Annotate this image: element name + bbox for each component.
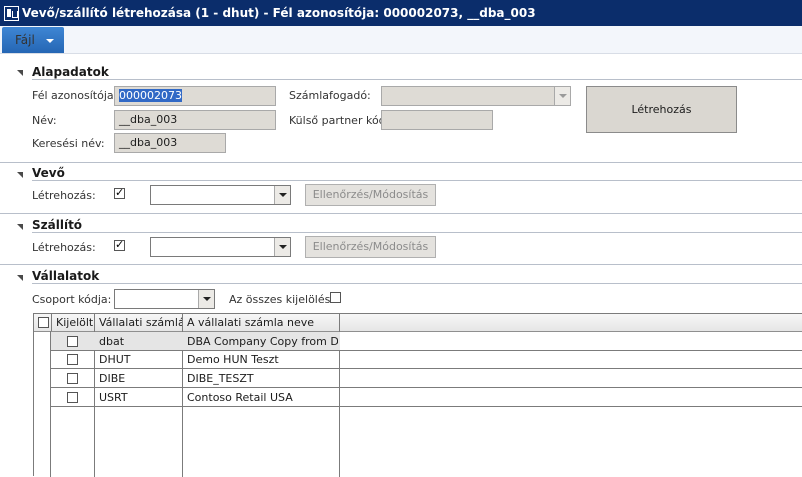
company-accounts-grid: Kijelölt Vállalati számlák A vállalati s…	[33, 313, 802, 477]
section-divider	[32, 180, 802, 181]
window-title: Vevő/szállító létrehozása (1 - dhut) - F…	[22, 6, 536, 20]
grid-rowheader-divider	[50, 331, 51, 477]
name-label: Név:	[32, 114, 57, 127]
select-all-label: Az összes kijelölése:	[229, 293, 341, 306]
recipient-label: Számlafogadó:	[289, 89, 371, 102]
section-title-vevo: Vevő	[32, 166, 65, 180]
customer-check-button[interactable]: Ellenőrzés/Módosítás	[305, 184, 436, 206]
search-name-field[interactable]: __dba_003	[114, 133, 226, 153]
row-account-code: dbat	[99, 335, 125, 348]
customer-combo[interactable]	[150, 185, 291, 205]
file-menu-label: Fájl	[15, 33, 35, 47]
collapse-triangle-icon[interactable]	[17, 275, 23, 281]
section-divider	[32, 283, 802, 284]
row-account-name: Contoso Retail USA	[187, 391, 293, 404]
dropdown-arrow-icon[interactable]	[554, 87, 570, 105]
dropdown-arrow-icon[interactable]	[274, 238, 290, 256]
column-header-selected[interactable]: Kijelölt	[52, 316, 94, 329]
row-divider	[51, 406, 802, 407]
section-divider	[0, 264, 802, 265]
column-header-account[interactable]: Vállalati számlák	[95, 316, 183, 329]
section-title-szallito: Szállító	[32, 218, 83, 232]
app-icon	[4, 6, 19, 21]
vendor-combo[interactable]	[150, 237, 291, 257]
external-code-field[interactable]	[381, 110, 493, 130]
customer-create-label: Létrehozás:	[32, 189, 96, 202]
row-select-checkbox[interactable]	[67, 373, 78, 384]
section-divider	[32, 79, 802, 80]
recipient-combo[interactable]	[381, 86, 571, 106]
window-titlebar: Vevő/szállító létrehozása (1 - dhut) - F…	[0, 0, 802, 26]
grid-header: Kijelölt Vállalati számlák A vállalati s…	[34, 314, 802, 332]
party-id-field[interactable]: 000002073	[114, 86, 276, 106]
menu-bar: Fájl	[0, 26, 802, 54]
column-header-account-name[interactable]: A vállalati számla neve	[183, 316, 339, 329]
group-code-combo[interactable]	[114, 289, 215, 309]
section-divider	[0, 162, 802, 163]
party-id-value: 000002073	[119, 89, 182, 102]
row-account-code: DIBE	[99, 372, 126, 385]
dropdown-arrow-icon[interactable]	[198, 290, 214, 308]
section-divider	[0, 213, 802, 214]
customer-create-checkbox[interactable]	[114, 186, 125, 199]
section-title-alapadatok: Alapadatok	[32, 65, 109, 79]
external-code-label: Külső partner kód:	[289, 114, 390, 127]
grid-header-checkbox[interactable]	[38, 317, 49, 328]
row-divider	[51, 387, 802, 388]
dropdown-arrow-icon[interactable]	[274, 186, 290, 204]
chevron-down-icon	[46, 39, 54, 43]
collapse-triangle-icon[interactable]	[17, 172, 23, 178]
row-account-name: Demo HUN Teszt	[187, 353, 279, 366]
group-code-label: Csoport kódja:	[32, 293, 112, 306]
row-select-checkbox[interactable]	[67, 336, 78, 347]
row-account-code: USRT	[99, 391, 128, 404]
section-title-vallalatok: Vállalatok	[32, 269, 100, 283]
name-field[interactable]: __dba_003	[114, 110, 276, 130]
collapse-triangle-icon[interactable]	[17, 70, 23, 76]
row-account-name: DIBE_TESZT	[187, 372, 254, 385]
row-select-checkbox[interactable]	[67, 392, 78, 403]
party-id-label: Fél azonosítója:	[32, 89, 118, 102]
row-account-code: DHUT	[99, 353, 131, 366]
row-divider	[51, 350, 802, 351]
create-button[interactable]: Létrehozás	[586, 86, 737, 133]
row-divider	[51, 368, 802, 369]
row-select-checkbox[interactable]	[67, 354, 78, 365]
section-divider	[32, 232, 802, 233]
vendor-create-checkbox[interactable]	[114, 238, 125, 251]
search-name-label: Keresési név:	[32, 137, 105, 150]
vendor-create-label: Létrehozás:	[32, 241, 96, 254]
select-all-checkbox[interactable]	[330, 292, 341, 303]
file-menu-button[interactable]: Fájl	[2, 27, 64, 53]
grid-col-divider	[51, 314, 52, 331]
vendor-check-button[interactable]: Ellenőrzés/Módosítás	[305, 236, 436, 258]
row-account-name: DBA Company Copy from D...	[187, 335, 338, 348]
collapse-triangle-icon[interactable]	[17, 224, 23, 230]
